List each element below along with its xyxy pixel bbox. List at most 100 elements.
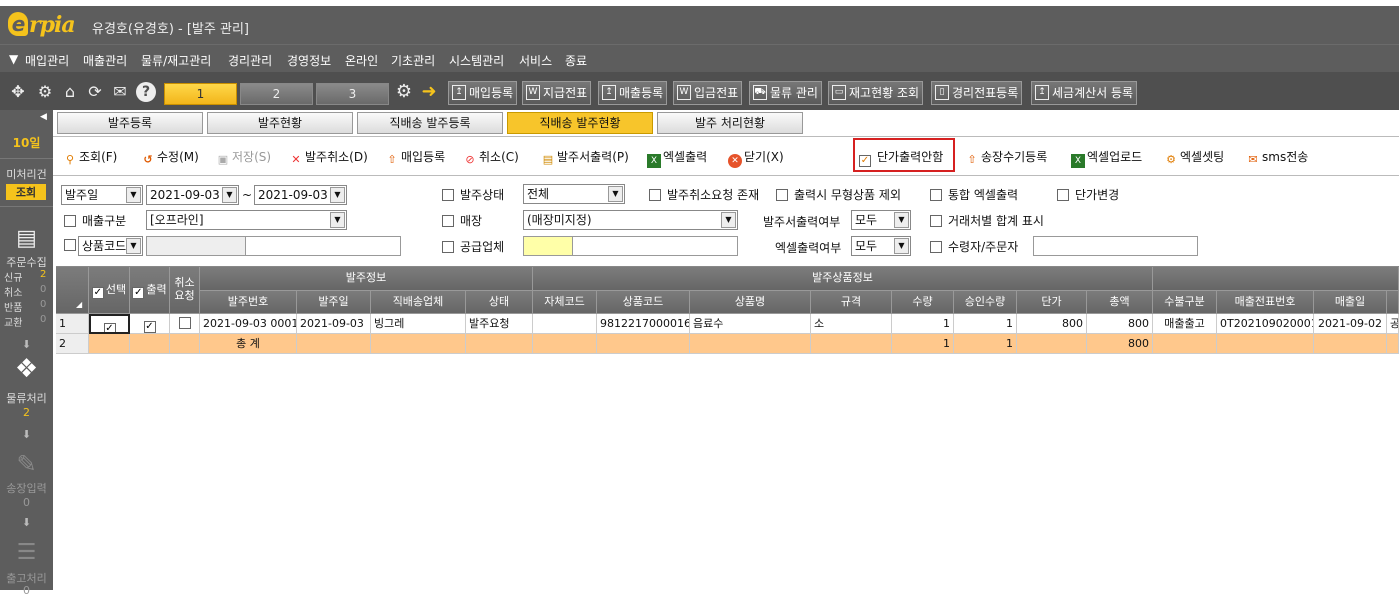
- cell-order-no[interactable]: 2021-09-03 0001: [200, 314, 297, 334]
- close-button[interactable]: ✕ 닫기(X): [728, 148, 784, 168]
- home-icon[interactable]: ⌂: [60, 82, 80, 102]
- col-header-sales-date[interactable]: 매출일: [1314, 291, 1387, 314]
- query-button[interactable]: ⚲ 조회(F): [63, 148, 117, 167]
- cell-spec[interactable]: 소: [811, 314, 892, 334]
- quick-tax-invoice-button[interactable]: ↥ 세금계산서 등록: [1031, 81, 1138, 105]
- exclude-intangible-checkbox[interactable]: 출력시 무형상품 제외: [776, 186, 901, 203]
- tab-direct-order-status[interactable]: 직배송 발주현황: [507, 112, 653, 134]
- cell-status[interactable]: 발주요청: [466, 314, 533, 334]
- page-tab-3[interactable]: 3: [316, 83, 389, 105]
- order-print-button[interactable]: ▤ 발주서출력(P): [541, 148, 629, 167]
- sidebar-logistics[interactable]: 물류처리: [0, 390, 53, 406]
- col-header-status[interactable]: 상태: [466, 291, 533, 314]
- cell-qty[interactable]: 1: [892, 314, 954, 334]
- select-all-checkbox[interactable]: ✓: [91, 287, 104, 299]
- tab-order-process-status[interactable]: 발주 처리현황: [657, 112, 803, 134]
- mail-icon[interactable]: ✉: [110, 82, 130, 102]
- combined-excel-checkbox[interactable]: 통합 엑셀출력: [930, 186, 1018, 203]
- recipient-input[interactable]: [1033, 236, 1198, 256]
- menu-accounting[interactable]: 경리관리: [228, 52, 272, 69]
- supplier-code-input[interactable]: [523, 236, 573, 256]
- store-select[interactable]: (매장미지정) ▼: [523, 210, 738, 230]
- row-print-checkbox[interactable]: ✓: [143, 321, 156, 333]
- save-button[interactable]: ▣ 저장(S): [216, 148, 271, 167]
- sms-button[interactable]: ✉ sms전송: [1246, 148, 1308, 167]
- tab-order-register[interactable]: 발주등록: [57, 112, 203, 134]
- date-type-select[interactable]: 발주일 ▼: [61, 185, 143, 205]
- sales-type-checkbox[interactable]: 매출구분: [64, 212, 126, 229]
- col-header-product-code[interactable]: 상품코드: [597, 291, 690, 314]
- box-icon[interactable]: ❖: [0, 354, 53, 384]
- cell-vendor[interactable]: 빙그레: [371, 314, 466, 334]
- quick-payment-slip-button[interactable]: W 지급전표: [522, 81, 592, 105]
- excel-output-button[interactable]: X 엑셀출력: [647, 148, 707, 168]
- col-header-order-no[interactable]: 발주번호: [200, 291, 297, 314]
- product-code-checkbox[interactable]: [64, 238, 77, 252]
- col-header-unit-price[interactable]: 단가: [1017, 291, 1087, 314]
- row-cancel-req-checkbox[interactable]: [178, 317, 191, 329]
- order-status-select[interactable]: 전체 ▼: [523, 184, 625, 204]
- cancel-button[interactable]: ⊘ 취소(C): [463, 148, 518, 167]
- supplier-name-input[interactable]: [572, 236, 738, 256]
- tab-settings-icon[interactable]: ⚙: [394, 82, 414, 102]
- cell-own-code[interactable]: [533, 314, 597, 334]
- excel-print-select[interactable]: 모두 ▼: [851, 236, 911, 256]
- cell-product-name[interactable]: 음료수: [690, 314, 811, 334]
- header-select[interactable]: ✓ 선택: [89, 267, 130, 314]
- col-header-order-date[interactable]: 발주일: [297, 291, 371, 314]
- cell-total[interactable]: 800: [1087, 314, 1153, 334]
- cell-unit-price[interactable]: 800: [1017, 314, 1087, 334]
- col-header-slip-no[interactable]: 매출전표번호: [1217, 291, 1314, 314]
- cancel-request-checkbox[interactable]: 발주취소요청 존재: [649, 186, 759, 203]
- help-icon[interactable]: ?: [136, 82, 156, 102]
- tools-icon[interactable]: ✥: [8, 82, 28, 102]
- quick-inventory-button[interactable]: ▭ 재고현황 조회: [828, 81, 924, 105]
- col-header-total[interactable]: 총액: [1087, 291, 1153, 314]
- header-print[interactable]: ✓ 출력: [130, 267, 170, 314]
- sales-type-select[interactable]: [오프라인] ▼: [146, 210, 347, 230]
- cell-slip-no[interactable]: 0T202109020001: [1217, 314, 1314, 334]
- menu-system[interactable]: 시스템관리: [449, 52, 504, 69]
- collapse-icon[interactable]: ◀: [40, 112, 47, 122]
- date-to-field[interactable]: 2021-09-03 ▼: [254, 185, 347, 205]
- product-code-input[interactable]: [146, 236, 246, 256]
- cancel-order-button[interactable]: ✕ 발주취소(D): [289, 148, 367, 167]
- menu-exit[interactable]: 종료: [565, 52, 587, 69]
- excel-upload-button[interactable]: X 엑셀업로드: [1071, 148, 1142, 168]
- sidebar-query-button[interactable]: 조회: [6, 184, 46, 200]
- order-print-select[interactable]: 모두 ▼: [851, 210, 911, 230]
- cell-approved-qty[interactable]: 1: [954, 314, 1017, 334]
- edit-button[interactable]: ↺ 수정(M): [141, 148, 198, 167]
- edit-icon[interactable]: ✎: [0, 450, 53, 478]
- col-header-own-code[interactable]: 자체코드: [533, 291, 597, 314]
- price-change-checkbox[interactable]: 단가변경: [1057, 186, 1119, 203]
- menu-arrow-icon[interactable]: ▼: [9, 52, 18, 66]
- arrow-right-icon[interactable]: ➜: [419, 82, 439, 102]
- date-from-field[interactable]: 2021-09-03 ▼: [146, 185, 239, 205]
- row-print-cell[interactable]: ✓: [130, 314, 170, 334]
- row-select-checkbox[interactable]: ✓: [103, 323, 116, 332]
- row-select-cell[interactable]: ✓: [89, 314, 130, 334]
- excel-setting-button[interactable]: ⚙ 엑셀셋팅: [1164, 148, 1224, 167]
- quick-deposit-slip-button[interactable]: W 입금전표: [673, 81, 743, 105]
- page-tab-2[interactable]: 2: [240, 83, 313, 105]
- quick-logistics-button[interactable]: ⛟ 물류 관리: [749, 81, 822, 105]
- orders-icon[interactable]: ▤: [0, 226, 53, 251]
- list-icon[interactable]: ☰: [0, 540, 53, 565]
- partner-total-checkbox[interactable]: 거래처별 합계 표시: [930, 212, 1044, 229]
- store-checkbox[interactable]: 매장: [442, 212, 482, 229]
- cell-stock-type[interactable]: 매출출고: [1153, 314, 1217, 334]
- col-header-stock-type[interactable]: 수불구분: [1153, 291, 1217, 314]
- sidebar-invoice-input[interactable]: 송장입력: [0, 480, 53, 496]
- settings-icon[interactable]: ⚙: [35, 82, 55, 102]
- invoice-register-button[interactable]: ⇧ 송장수기등록: [965, 148, 1047, 167]
- col-header-product-name[interactable]: 상품명: [690, 291, 811, 314]
- cell-order-date[interactable]: 2021-09-03: [297, 314, 371, 334]
- recipient-checkbox[interactable]: 수령자/주문자: [930, 238, 1018, 255]
- supplier-checkbox[interactable]: 공급업체: [442, 238, 504, 255]
- col-header-spec[interactable]: 규격: [811, 291, 892, 314]
- purchase-register-button[interactable]: ⇧ 매입등록: [385, 148, 445, 167]
- quick-purchase-button[interactable]: ↥ 매입등록: [448, 81, 518, 105]
- menu-sales[interactable]: 매출관리: [83, 52, 127, 69]
- col-header-qty[interactable]: 수량: [892, 291, 954, 314]
